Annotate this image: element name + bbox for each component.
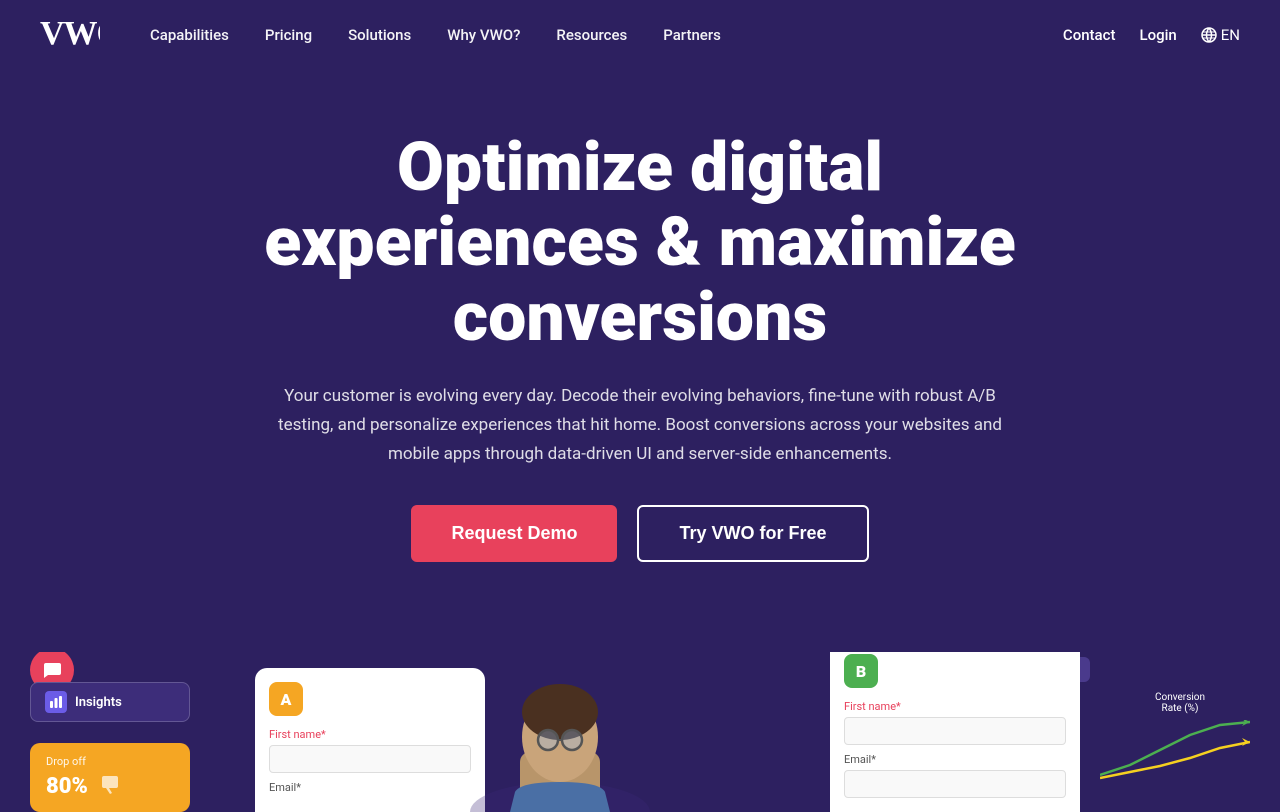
card-a-badge: A <box>269 682 303 716</box>
card-b: B First name* Email* <box>830 652 1080 812</box>
nav-why-vwo[interactable]: Why VWO? <box>447 26 520 44</box>
card-b-email-label: Email* <box>844 753 1066 766</box>
dropoff-label: Drop off <box>46 755 174 768</box>
hero-buttons: Request Demo Try VWO for Free <box>210 505 1070 562</box>
globe-icon <box>1201 27 1217 43</box>
chat-icon <box>41 659 63 681</box>
svg-text:VWO: VWO <box>40 15 100 50</box>
person-image <box>430 652 690 812</box>
insights-label: Insights <box>75 695 122 710</box>
nav-login[interactable]: Login <box>1139 26 1176 44</box>
request-demo-button[interactable]: Request Demo <box>411 505 617 562</box>
nav-capabilities[interactable]: Capabilities <box>150 26 229 44</box>
conversion-chart: ConversionRate (%) <box>1100 692 1260 782</box>
dropoff-value: 80% <box>46 774 88 799</box>
insights-badge: Insights <box>30 682 190 722</box>
card-b-email-input[interactable] <box>844 770 1066 798</box>
try-free-button[interactable]: Try VWO for Free <box>637 505 868 562</box>
hero-section: Optimize digital experiences & maximize … <box>190 70 1090 652</box>
hero-title: Optimize digital experiences & maximize … <box>210 130 1070 354</box>
card-b-badge: B <box>844 654 878 688</box>
navbar: VWO Capabilities Pricing Solutions Why V… <box>0 0 1280 70</box>
chart-icon <box>49 695 63 709</box>
nav-resources[interactable]: Resources <box>556 26 627 44</box>
nav-language[interactable]: EN <box>1201 26 1240 44</box>
chart-svg <box>1100 720 1250 785</box>
nav-pricing[interactable]: Pricing <box>265 26 312 44</box>
insights-icon <box>45 691 67 713</box>
hero-subtitle: Your customer is evolving every day. Dec… <box>260 382 1020 469</box>
nav-contact[interactable]: Contact <box>1063 26 1116 44</box>
nav-partners[interactable]: Partners <box>663 26 721 44</box>
card-b-firstname-label: First name* <box>844 700 1066 713</box>
lang-label: EN <box>1221 26 1240 44</box>
dropoff-card: Drop off 80% <box>30 743 190 812</box>
person-silhouette <box>430 652 690 812</box>
preview-area: Insights Drop off 80% A First name* Emai… <box>0 652 1280 812</box>
chart-label: ConversionRate (%) <box>1100 692 1260 714</box>
nav-solutions[interactable]: Solutions <box>348 26 411 44</box>
nav-right: Contact Login EN <box>1063 26 1240 44</box>
thumb-down-icon <box>96 772 124 800</box>
card-b-firstname-input[interactable] <box>844 717 1066 745</box>
logo[interactable]: VWO <box>40 14 100 57</box>
nav-links: Capabilities Pricing Solutions Why VWO? … <box>150 26 1063 44</box>
